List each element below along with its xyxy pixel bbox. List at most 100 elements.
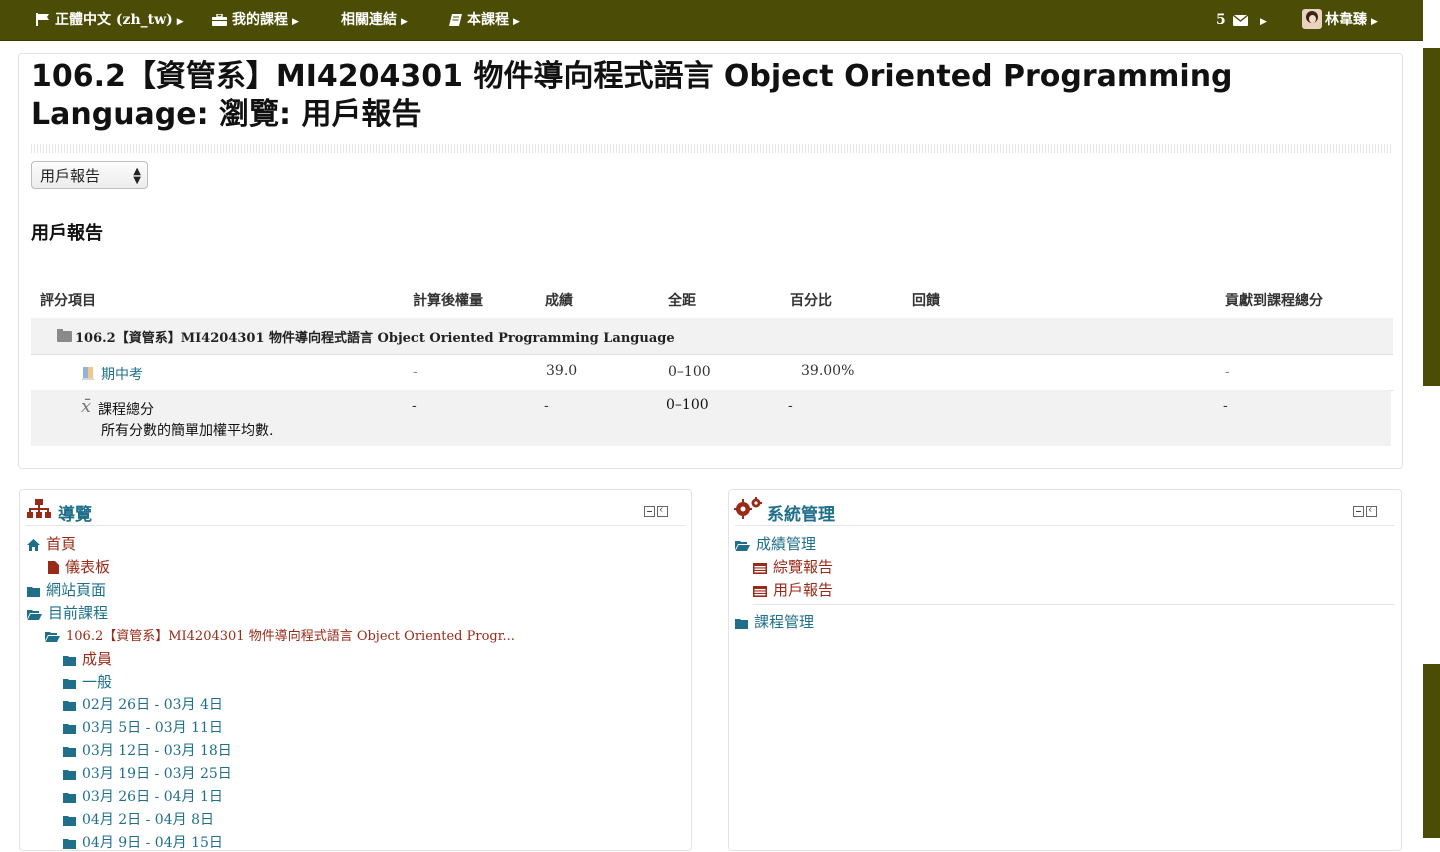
dock-icon[interactable] xyxy=(657,503,668,517)
block-controls xyxy=(1351,503,1377,517)
minimize-icon[interactable] xyxy=(644,506,655,517)
report-type-select[interactable]: 用戶報告 ▲ ▼ xyxy=(31,161,148,189)
column-header[interactable]: 計算後權量 xyxy=(413,290,483,310)
language-menu[interactable]: 正體中文 (zh_tw) ▶ xyxy=(36,0,184,40)
nav-week[interactable]: 02月 26日 - 03月 4日 xyxy=(63,694,223,714)
nav-site-pages-label: 網站頁面 xyxy=(46,581,107,599)
this-course-menu[interactable]: 本課程 ▶ xyxy=(449,0,520,40)
column-header[interactable]: 貢獻到課程總分 xyxy=(1225,290,1323,310)
table-icon xyxy=(753,586,767,597)
column-header[interactable]: 回饋 xyxy=(912,290,940,310)
divider xyxy=(753,604,1395,605)
folder-icon xyxy=(57,329,72,342)
minimize-icon[interactable] xyxy=(1353,506,1364,517)
admin-course-admin-label: 課程管理 xyxy=(754,613,815,631)
messages-menu[interactable]: 5 xyxy=(1216,0,1253,40)
course-category-name: 106.2【資管系】MI4204301 物件導向程式語言 Object Orie… xyxy=(75,331,675,346)
nav-current-course-label: 目前課程 xyxy=(48,604,109,622)
item-range: 0–100 xyxy=(668,364,711,380)
item-contribution: - xyxy=(1225,364,1230,380)
nav-week-label: 04月 2日 - 04月 8日 xyxy=(82,812,214,828)
avatar xyxy=(1302,9,1322,29)
dock-icon[interactable] xyxy=(1366,503,1377,517)
nav-general[interactable]: 一般 xyxy=(63,671,112,692)
report-heading: 用戶報告 xyxy=(31,223,103,244)
admin-user-report[interactable]: 用戶報告 xyxy=(753,579,833,600)
item-weight: - xyxy=(413,364,418,380)
folder-icon xyxy=(27,587,40,597)
envelope-icon xyxy=(1232,14,1249,26)
nav-week-label: 02月 26日 - 03月 4日 xyxy=(82,697,223,713)
nav-current-course[interactable]: 目前課程 xyxy=(27,602,108,623)
navigation-block-title: 導覽 xyxy=(58,505,92,525)
nav-home[interactable]: 首頁 xyxy=(27,533,76,554)
admin-grade-admin[interactable]: 成績管理 xyxy=(735,533,816,554)
total-range: 0–100 xyxy=(666,397,709,413)
grade-item-link[interactable]: 期中考 xyxy=(101,364,143,384)
nav-week[interactable]: 03月 19日 - 03月 25日 xyxy=(63,763,232,783)
folder-icon xyxy=(63,679,76,689)
folder-icon xyxy=(63,724,76,734)
course-category-row: 106.2【資管系】MI4204301 物件導向程式語言 Object Orie… xyxy=(31,318,1393,355)
column-header[interactable]: 全距 xyxy=(668,290,696,310)
nav-week-label: 03月 26日 - 04月 1日 xyxy=(82,789,223,805)
folder-icon xyxy=(63,770,76,780)
this-course-label: 本課程 xyxy=(467,12,509,28)
block-controls xyxy=(642,503,668,517)
divider xyxy=(26,525,685,526)
caret-right-icon: ▶ xyxy=(513,17,520,27)
nav-site-pages[interactable]: 網站頁面 xyxy=(27,579,106,600)
report-select-value: 用戶報告 xyxy=(40,167,101,185)
nav-week-label: 03月 5日 - 03月 11日 xyxy=(82,720,223,736)
total-weight: - xyxy=(412,398,417,414)
nav-week[interactable]: 03月 5日 - 03月 11日 xyxy=(63,717,223,737)
nav-participants[interactable]: 成員 xyxy=(63,648,112,669)
message-count: 5 xyxy=(1216,12,1226,28)
home-icon xyxy=(27,539,40,551)
notifications-toggle[interactable]: ▶ xyxy=(1256,0,1267,40)
table-icon xyxy=(753,563,767,574)
admin-overview-report[interactable]: 綜覽報告 xyxy=(753,556,833,577)
user-menu[interactable]: 林韋臻 ▶ xyxy=(1302,0,1378,40)
nav-week[interactable]: 04月 2日 - 04月 8日 xyxy=(63,809,214,829)
column-header[interactable]: 評分項目 xyxy=(40,290,96,310)
item-grade: 39.0 xyxy=(546,363,578,379)
column-header[interactable]: 成績 xyxy=(545,290,573,310)
nav-course[interactable]: 106.2【資管系】MI4204301 物件導向程式語言 Object Orie… xyxy=(45,625,515,644)
caret-right-icon: ▶ xyxy=(176,17,184,27)
nav-week-label: 03月 19日 - 03月 25日 xyxy=(82,766,232,782)
total-grade: - xyxy=(544,398,549,414)
nav-dashboard-label: 儀表板 xyxy=(65,558,111,576)
my-courses-menu[interactable]: 我的課程 ▶ xyxy=(212,0,299,40)
folder-icon xyxy=(63,747,76,757)
course-total-row: x̄ 課程總分 所有分數的簡單加權平均數. - - 0–100 - - xyxy=(31,390,1391,446)
gears-icon xyxy=(734,497,762,519)
grade-item-row: 期中考 - 39.0 0–100 39.00% - xyxy=(55,355,1393,391)
nav-participants-label: 成員 xyxy=(82,650,113,668)
folder-icon xyxy=(63,793,76,803)
admin-grade-admin-label: 成績管理 xyxy=(756,535,817,553)
column-header[interactable]: 百分比 xyxy=(790,290,832,310)
nav-dashboard[interactable]: 儀表板 xyxy=(48,556,110,577)
administration-block-title: 系統管理 xyxy=(767,505,835,525)
language-label: 正體中文 (zh_tw) xyxy=(55,12,173,28)
folder-icon xyxy=(63,839,76,849)
top-navbar: 正體中文 (zh_tw) ▶ 我的課程 ▶ 相關連結 ▶ 本課程 ▶ 5 ▶ 林韋臻 ▶ xyxy=(0,0,1423,41)
caret-right-icon: ▶ xyxy=(401,17,408,27)
file-icon xyxy=(48,561,59,574)
nav-week-label: 04月 9日 - 04月 15日 xyxy=(82,835,223,851)
admin-overview-report-label: 綜覽報告 xyxy=(773,558,834,576)
nav-week[interactable]: 04月 9日 - 04月 15日 xyxy=(63,832,223,852)
briefcase-icon xyxy=(212,13,227,26)
admin-course-admin[interactable]: 課程管理 xyxy=(735,611,814,632)
related-links-menu[interactable]: 相關連結 ▶ xyxy=(341,0,408,40)
nav-week[interactable]: 03月 12日 - 03月 18日 xyxy=(63,740,232,760)
caret-right-icon: ▶ xyxy=(292,17,299,27)
folder-icon xyxy=(63,656,76,666)
nav-week[interactable]: 03月 26日 - 04月 1日 xyxy=(63,786,223,806)
my-courses-label: 我的課程 xyxy=(232,12,288,28)
folder-open-icon xyxy=(27,610,42,620)
administration-block: 系統管理 成績管理 綜覽報告 用戶報告 課程管理 xyxy=(728,489,1402,851)
folder-icon xyxy=(735,619,748,629)
related-links-label: 相關連結 xyxy=(341,12,397,28)
